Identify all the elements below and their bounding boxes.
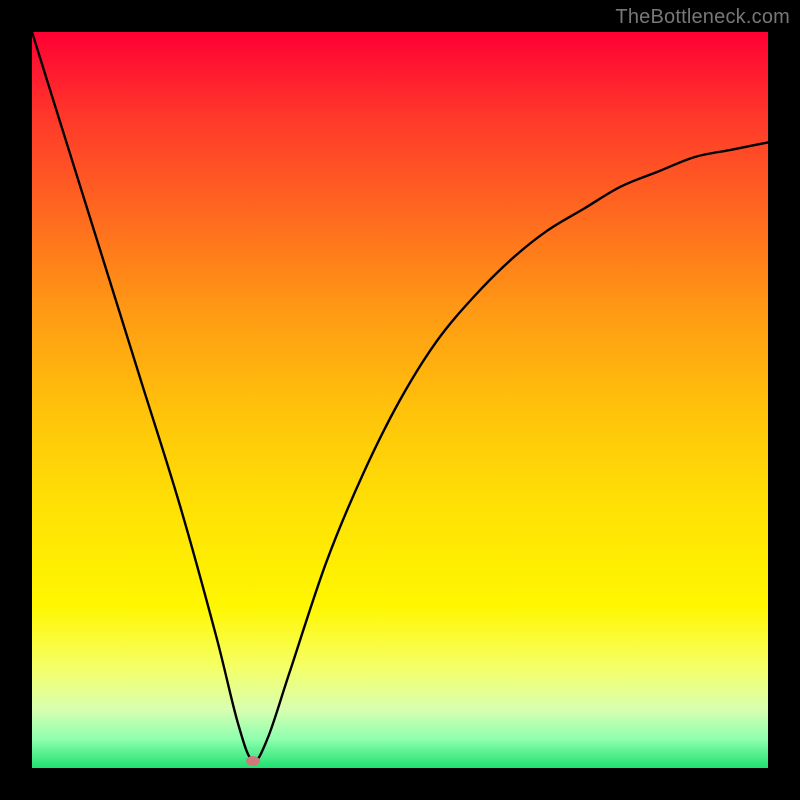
optimum-marker bbox=[246, 756, 260, 766]
bottleneck-curve bbox=[32, 32, 768, 768]
plot-area bbox=[32, 32, 768, 768]
curve-path bbox=[32, 32, 768, 761]
chart-frame: TheBottleneck.com bbox=[0, 0, 800, 800]
watermark-text: TheBottleneck.com bbox=[615, 6, 790, 29]
